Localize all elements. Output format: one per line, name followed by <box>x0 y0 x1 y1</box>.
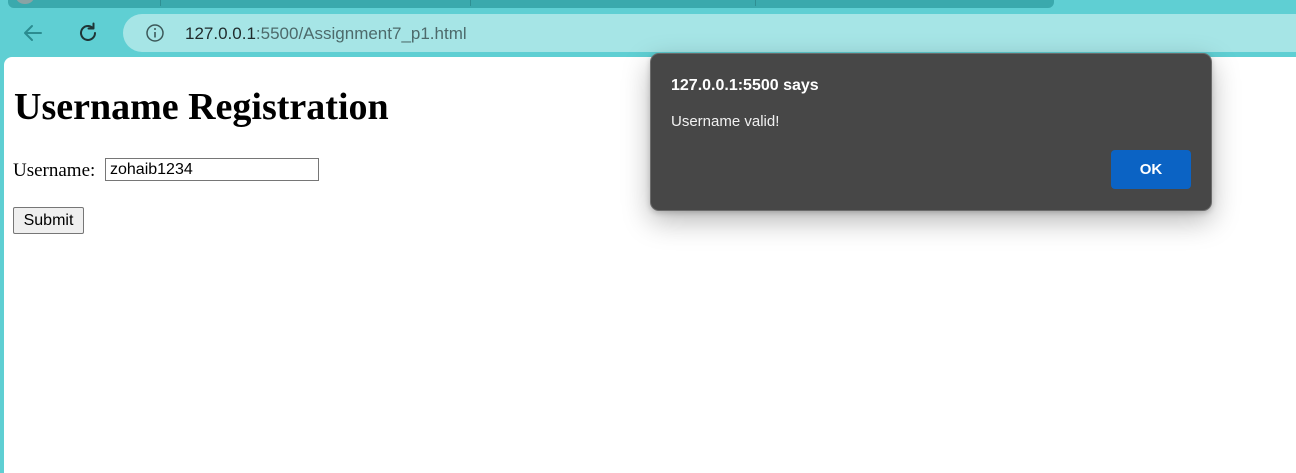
address-bar[interactable]: 127.0.0.1:5500/Assignment7_p1.html <box>123 14 1296 52</box>
alert-dialog: 127.0.0.1:5500 says Username valid! OK <box>650 53 1212 211</box>
browser-toolbar: 127.0.0.1:5500/Assignment7_p1.html <box>0 10 1296 56</box>
ok-button[interactable]: OK <box>1111 150 1191 189</box>
tab-avatar-icon <box>16 0 34 4</box>
page-title: Username Registration <box>14 86 389 128</box>
back-arrow-icon <box>24 25 42 41</box>
active-tab[interactable] <box>8 0 1054 8</box>
url-path: :5500/Assignment7_p1.html <box>255 24 467 43</box>
tab-separator <box>755 0 756 6</box>
url-text[interactable]: 127.0.0.1:5500/Assignment7_p1.html <box>185 24 467 44</box>
reload-icon <box>80 22 96 41</box>
back-button[interactable] <box>16 18 50 48</box>
dialog-title: 127.0.0.1:5500 says <box>671 77 819 94</box>
submit-button[interactable]: Submit <box>13 207 84 234</box>
username-input[interactable] <box>105 158 319 181</box>
url-host: 127.0.0.1 <box>185 24 256 43</box>
tab-separator <box>470 0 471 6</box>
info-icon[interactable] <box>145 23 165 43</box>
reload-button[interactable] <box>71 18 105 48</box>
username-label: Username: <box>13 160 96 181</box>
tab-separator <box>160 0 161 6</box>
tab-strip <box>0 0 1296 10</box>
dialog-message: Username valid! <box>671 113 780 130</box>
